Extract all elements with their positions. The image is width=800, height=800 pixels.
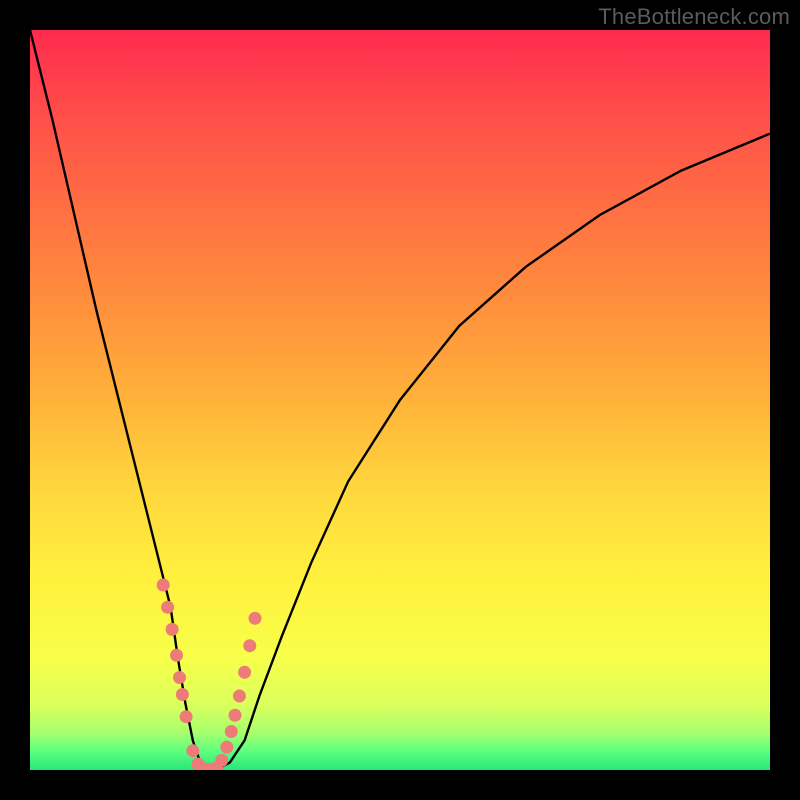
marker-dot — [157, 579, 170, 592]
curve-svg — [30, 30, 770, 770]
marker-dot — [238, 666, 251, 679]
marker-dot — [243, 639, 256, 652]
marker-dot — [176, 688, 189, 701]
marker-dot — [173, 671, 186, 684]
chart-stage: TheBottleneck.com — [0, 0, 800, 800]
bottleneck-curve-path — [30, 30, 770, 770]
marker-dot — [215, 754, 228, 767]
marker-dot — [249, 612, 262, 625]
marker-dot — [225, 725, 238, 738]
plot-area — [30, 30, 770, 770]
marker-dot — [233, 690, 246, 703]
marker-dot — [229, 709, 242, 722]
marker-dot — [161, 601, 174, 614]
marker-group — [157, 579, 262, 771]
marker-dot — [220, 741, 233, 754]
watermark-text: TheBottleneck.com — [598, 4, 790, 30]
marker-dot — [170, 649, 183, 662]
marker-dot — [166, 623, 179, 636]
marker-dot — [180, 710, 193, 723]
marker-dot — [186, 744, 199, 757]
